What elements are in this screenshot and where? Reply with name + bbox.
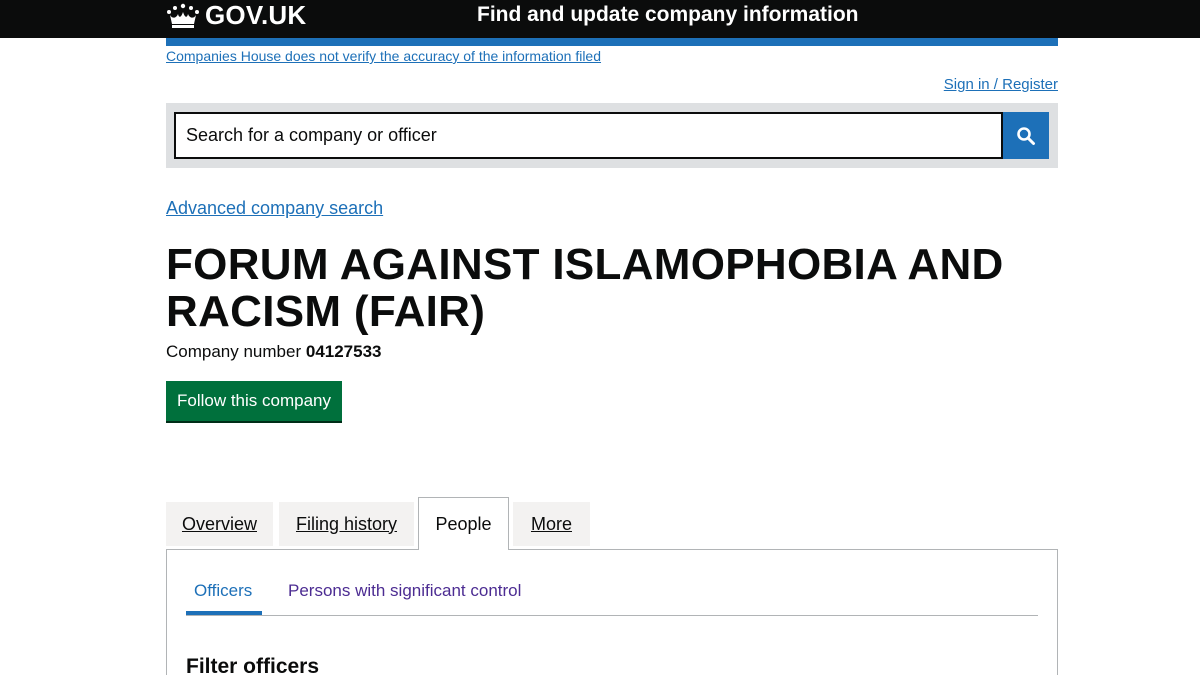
header-blue-bar [166,38,1058,46]
company-name-heading: FORUM AGAINST ISLAMOPHOBIA AND RACISM (F… [166,240,1004,336]
company-number-value: 04127533 [305,342,382,361]
tab-label: People [435,513,492,534]
subtab-officers[interactable]: Officers [194,580,252,602]
tab-filing-history[interactable]: Filing history [279,502,414,546]
tab-overview[interactable]: Overview [166,502,273,546]
crown-icon [167,3,199,28]
advanced-search-link[interactable]: Advanced company search [166,197,383,219]
subnav-divider [186,615,1038,616]
sign-in-register-link[interactable]: Sign in / Register [944,75,1058,94]
follow-company-button[interactable]: Follow this company [166,381,342,421]
people-panel: Officers Persons with significant contro… [166,549,1058,675]
filter-officers-heading: Filter officers [186,655,320,675]
tab-label: Overview [181,513,257,534]
company-number: Company number 04127533 [166,342,382,362]
tab-label: More [530,513,572,534]
tab-label: Filing history [295,513,398,534]
subtab-persons-with-significant-control[interactable]: Persons with significant control [288,580,521,602]
search-button[interactable] [1003,112,1049,159]
active-subtab-indicator [186,611,262,615]
tab-people[interactable]: People [418,497,509,550]
search-icon [1017,126,1035,145]
search-input[interactable] [174,112,1003,159]
tab-more[interactable]: More [513,502,590,546]
service-name[interactable]: Find and update company information [477,2,859,28]
company-number-label: Company number [166,342,302,361]
disclaimer-link[interactable]: Companies House does not verify the accu… [166,47,601,65]
govuk-logo[interactable]: GOV.UK [205,0,306,30]
search-bar [166,103,1058,168]
govuk-header: GOV.UK Find and update company informati… [0,0,1200,38]
